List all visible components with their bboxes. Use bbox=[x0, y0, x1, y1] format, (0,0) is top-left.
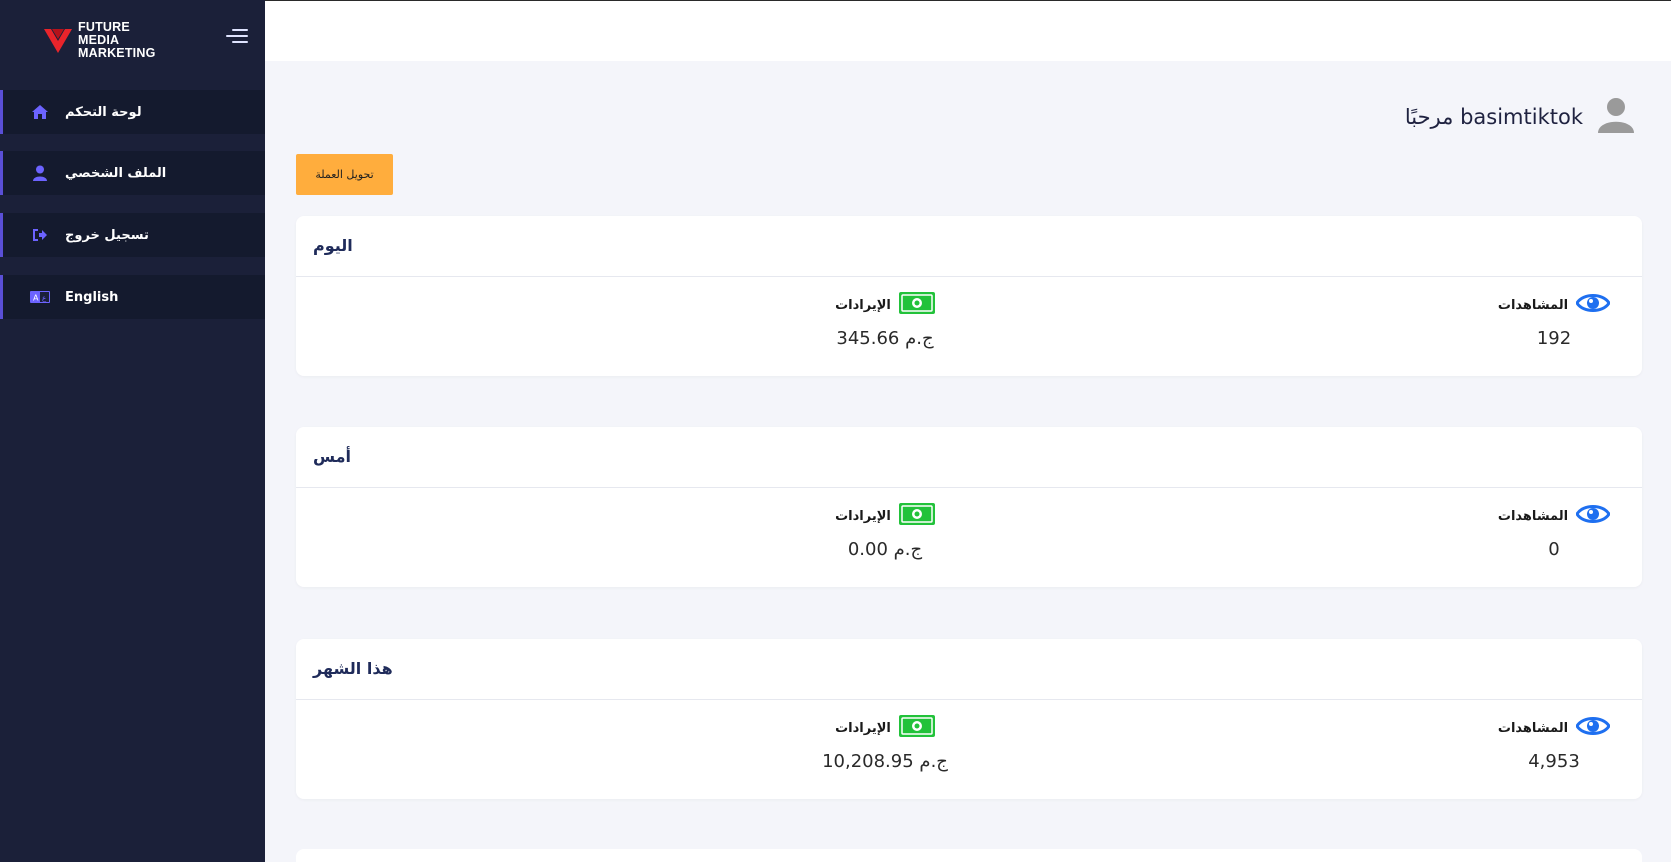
sidebar-item-label: English bbox=[65, 289, 119, 305]
card-title: هذا الشهر bbox=[313, 659, 393, 678]
user-icon bbox=[29, 163, 51, 183]
card-header: هذا الشهر bbox=[296, 639, 1642, 700]
revenue-value: 10,208.95 ج.م bbox=[822, 751, 948, 772]
top-bar bbox=[265, 0, 1671, 61]
eye-icon bbox=[1575, 503, 1611, 529]
views-stat: المشاهدات 192 bbox=[1454, 292, 1654, 349]
sidebar-item-logout[interactable]: تسجيل خروج bbox=[0, 213, 265, 257]
user-greeting: مرحبًا basimtiktok bbox=[1405, 96, 1635, 138]
brand-line-2: MEDIA bbox=[78, 32, 120, 47]
sidebar-item-dashboard[interactable]: لوحة التحكم bbox=[0, 90, 265, 134]
revenue-value: 345.66 ج.م bbox=[836, 328, 934, 349]
sidebar: FUTURE MEDIA MARKETING لوحة التحكم الملف… bbox=[0, 0, 265, 862]
stats-card-partial bbox=[296, 849, 1642, 862]
revenue-stat: الإيرادات 10,208.95 ج.م bbox=[785, 715, 985, 772]
sidebar-item-language[interactable]: Aع English bbox=[0, 275, 265, 319]
convert-currency-button[interactable]: تحويل العملة bbox=[296, 154, 393, 195]
views-value: 0 bbox=[1548, 539, 1560, 560]
eye-icon bbox=[1575, 715, 1611, 741]
views-label: المشاهدات bbox=[1497, 508, 1569, 524]
greeting-text: مرحبًا basimtiktok bbox=[1404, 105, 1583, 129]
svg-text:A: A bbox=[33, 294, 39, 303]
revenue-label: الإيرادات bbox=[835, 720, 891, 736]
money-icon bbox=[898, 715, 935, 741]
money-icon bbox=[898, 503, 935, 529]
eye-icon bbox=[1575, 292, 1611, 318]
sidebar-item-profile[interactable]: الملف الشخصي bbox=[0, 151, 265, 195]
views-value: 192 bbox=[1536, 328, 1572, 349]
menu-toggle-icon[interactable] bbox=[226, 28, 248, 44]
stats-card-today: اليوم المشاهدات 192 الإيرادات 345.66 ج.م bbox=[296, 216, 1642, 376]
brand-line-1: FUTURE bbox=[78, 19, 130, 34]
brand-logo[interactable]: FUTURE MEDIA MARKETING bbox=[44, 18, 156, 62]
language-icon: Aع bbox=[29, 287, 51, 307]
brand-line-3: MARKETING bbox=[78, 45, 156, 60]
money-icon bbox=[898, 292, 935, 318]
revenue-label: الإيرادات bbox=[835, 297, 891, 313]
logout-icon bbox=[29, 225, 51, 245]
card-header: أمس bbox=[296, 427, 1642, 488]
views-label: المشاهدات bbox=[1497, 720, 1569, 736]
stats-card-yesterday: أمس المشاهدات 0 الإيرادات 0.00 ج.م bbox=[296, 427, 1642, 587]
views-stat: المشاهدات 0 bbox=[1454, 503, 1654, 560]
brand-logo-text: FUTURE MEDIA MARKETING bbox=[78, 19, 156, 60]
home-icon bbox=[29, 102, 51, 122]
card-title: اليوم bbox=[313, 236, 353, 255]
views-label: المشاهدات bbox=[1497, 297, 1569, 313]
revenue-value: 0.00 ج.م bbox=[847, 539, 923, 560]
views-stat: المشاهدات 4,953 bbox=[1454, 715, 1654, 772]
sidebar-item-label: تسجيل خروج bbox=[65, 227, 149, 243]
card-header: اليوم bbox=[296, 216, 1642, 277]
stats-card-this-month: هذا الشهر المشاهدات 4,953 الإيرادات 10,2… bbox=[296, 639, 1642, 799]
sidebar-item-label: الملف الشخصي bbox=[65, 165, 167, 181]
revenue-label: الإيرادات bbox=[835, 508, 891, 524]
views-value: 4,953 bbox=[1528, 751, 1580, 772]
sidebar-item-label: لوحة التحكم bbox=[65, 104, 142, 120]
revenue-stat: الإيرادات 345.66 ج.م bbox=[785, 292, 985, 349]
avatar[interactable] bbox=[1597, 96, 1635, 138]
brand-logo-icon bbox=[44, 29, 72, 53]
card-title: أمس bbox=[313, 447, 352, 466]
revenue-stat: الإيرادات 0.00 ج.م bbox=[785, 503, 985, 560]
